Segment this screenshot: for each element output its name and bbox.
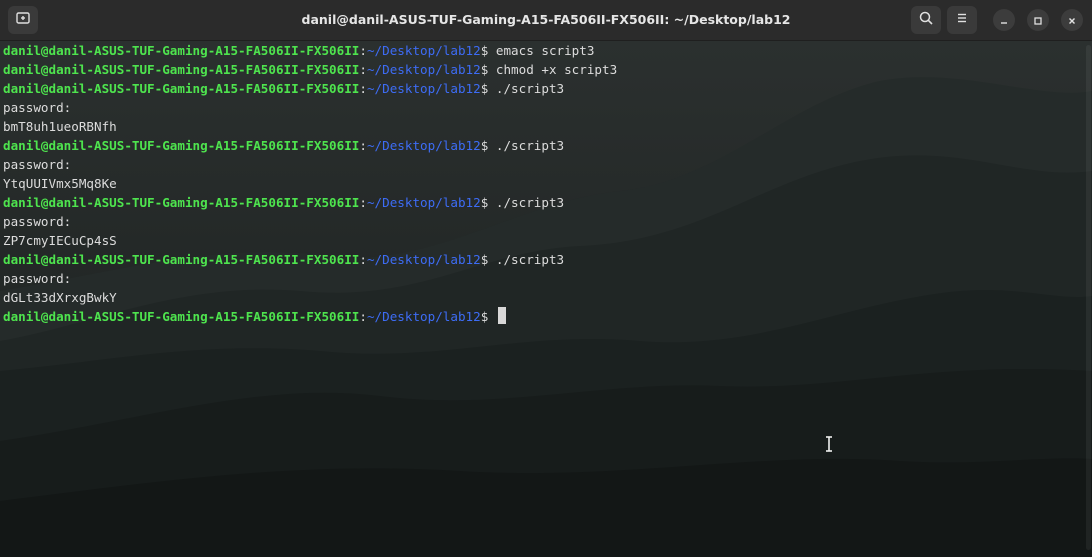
prompt-user-host: danil@danil-ASUS-TUF-Gaming-A15-FA506II-… — [3, 81, 360, 96]
prompt-line: danil@danil-ASUS-TUF-Gaming-A15-FA506II-… — [3, 136, 617, 155]
prompt-colon: : — [359, 252, 367, 267]
prompt-path: ~/Desktop/lab12 — [366, 138, 481, 153]
prompt-user-host: danil@danil-ASUS-TUF-Gaming-A15-FA506II-… — [3, 62, 360, 77]
output-line: YtqUUIVmx5Mq8Ke — [3, 176, 117, 191]
minimize-icon — [999, 11, 1009, 30]
command-text: ./script3 — [488, 252, 565, 267]
menu-button[interactable] — [947, 6, 977, 34]
mouse-ibeam-icon — [824, 436, 834, 456]
terminal-area[interactable]: danil@danil-ASUS-TUF-Gaming-A15-FA506II-… — [0, 41, 1092, 557]
text-cursor — [497, 307, 506, 324]
hamburger-menu-icon — [954, 10, 970, 30]
prompt-path: ~/Desktop/lab12 — [366, 195, 481, 210]
prompt-user-host: danil@danil-ASUS-TUF-Gaming-A15-FA506II-… — [3, 252, 360, 267]
output-line: ZP7cmyIECuCp4sS — [3, 233, 117, 248]
search-button[interactable] — [911, 6, 941, 34]
minimize-button[interactable] — [993, 9, 1015, 31]
command-text — [488, 309, 496, 324]
prompt-line: danil@danil-ASUS-TUF-Gaming-A15-FA506II-… — [3, 193, 617, 212]
prompt-line: danil@danil-ASUS-TUF-Gaming-A15-FA506II-… — [3, 250, 617, 269]
output-line: password: — [3, 214, 72, 229]
prompt-colon: : — [359, 62, 367, 77]
search-icon — [918, 10, 934, 30]
output-line: password: — [3, 157, 72, 172]
command-text: emacs script3 — [488, 43, 595, 58]
prompt-line: danil@danil-ASUS-TUF-Gaming-A15-FA506II-… — [3, 79, 617, 98]
prompt-path: ~/Desktop/lab12 — [366, 81, 481, 96]
prompt-colon: : — [359, 81, 367, 96]
prompt-path: ~/Desktop/lab12 — [366, 62, 481, 77]
maximize-icon — [1033, 11, 1043, 30]
command-text: ./script3 — [488, 81, 565, 96]
prompt-user-host: danil@danil-ASUS-TUF-Gaming-A15-FA506II-… — [3, 138, 360, 153]
command-text: chmod +x script3 — [488, 62, 618, 77]
prompt-user-host: danil@danil-ASUS-TUF-Gaming-A15-FA506II-… — [3, 43, 360, 58]
command-text: ./script3 — [488, 138, 565, 153]
title-bar[interactable]: danil@danil-ASUS-TUF-Gaming-A15-FA506II-… — [0, 0, 1092, 41]
prompt-line: danil@danil-ASUS-TUF-Gaming-A15-FA506II-… — [3, 60, 617, 79]
prompt-line: danil@danil-ASUS-TUF-Gaming-A15-FA506II-… — [3, 41, 617, 60]
output-line: dGLt33dXrxgBwkY — [3, 290, 117, 305]
prompt-colon: : — [359, 138, 367, 153]
close-icon — [1067, 11, 1077, 30]
prompt-line: danil@danil-ASUS-TUF-Gaming-A15-FA506II-… — [3, 307, 617, 326]
close-button[interactable] — [1061, 9, 1083, 31]
prompt-colon: : — [359, 195, 367, 210]
prompt-path: ~/Desktop/lab12 — [366, 43, 481, 58]
scrollbar[interactable] — [1086, 45, 1091, 550]
output-line: password: — [3, 271, 72, 286]
output-line: bmT8uh1ueoRBNfh — [3, 119, 117, 134]
prompt-user-host: danil@danil-ASUS-TUF-Gaming-A15-FA506II-… — [3, 195, 360, 210]
terminal-window: danil@danil-ASUS-TUF-Gaming-A15-FA506II-… — [0, 0, 1092, 557]
prompt-path: ~/Desktop/lab12 — [366, 252, 481, 267]
prompt-colon: : — [359, 309, 367, 324]
prompt-user-host: danil@danil-ASUS-TUF-Gaming-A15-FA506II-… — [3, 309, 360, 324]
prompt-path: ~/Desktop/lab12 — [366, 309, 481, 324]
terminal-output: danil@danil-ASUS-TUF-Gaming-A15-FA506II-… — [3, 41, 617, 326]
output-line: password: — [3, 100, 72, 115]
command-text: ./script3 — [488, 195, 565, 210]
prompt-colon: : — [359, 43, 367, 58]
maximize-button[interactable] — [1027, 9, 1049, 31]
